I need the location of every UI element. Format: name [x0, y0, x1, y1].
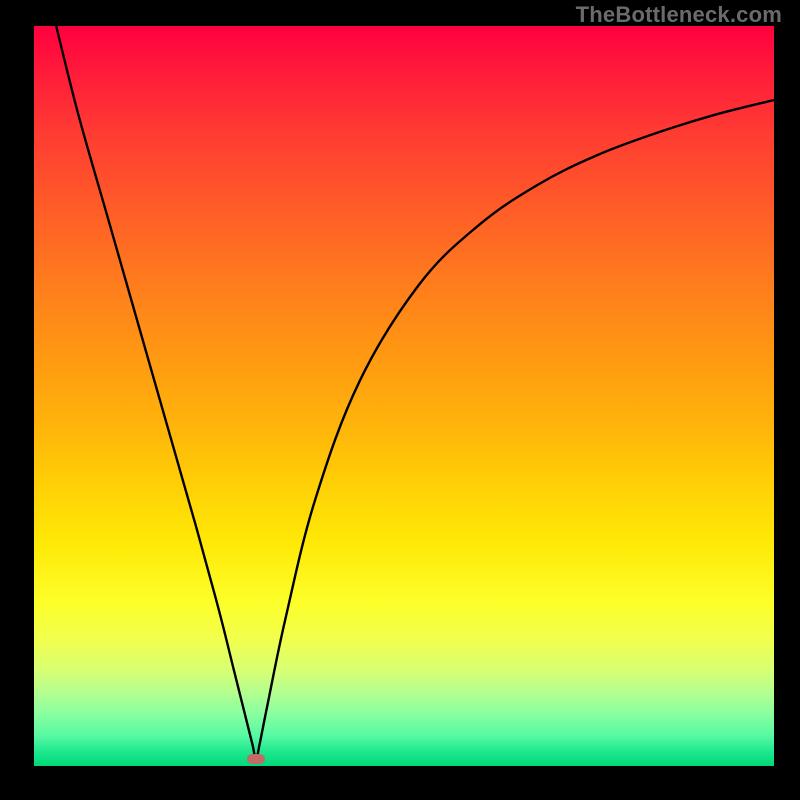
chart-frame: TheBottleneck.com [0, 0, 800, 800]
watermark-text: TheBottleneck.com [576, 2, 782, 28]
min-marker [247, 754, 265, 764]
plot-area [34, 26, 774, 766]
bottleneck-curve [56, 26, 774, 759]
curve-svg [34, 26, 774, 766]
